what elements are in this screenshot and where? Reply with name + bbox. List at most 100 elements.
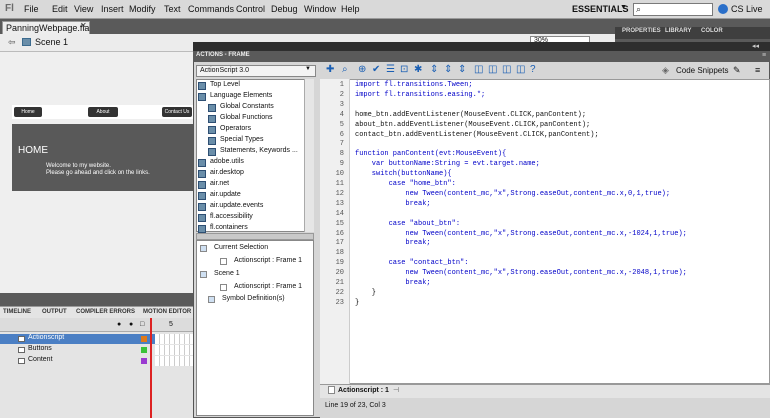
- actions-title[interactable]: ACTIONS - FRAME: [196, 52, 250, 58]
- collapse-between-braces-icon[interactable]: ⇕: [430, 64, 438, 75]
- menu-edit[interactable]: Edit: [52, 4, 68, 14]
- search-icon: ⌕: [636, 4, 642, 14]
- menu-control[interactable]: Control: [236, 4, 265, 14]
- expand-all-icon[interactable]: ⇕: [458, 64, 466, 75]
- toolbox-item-label: air.update.events: [210, 202, 264, 209]
- eye-icon[interactable]: ●: [117, 321, 121, 328]
- stage-about-button[interactable]: About: [88, 107, 118, 117]
- menu-modify[interactable]: Modify: [129, 4, 156, 14]
- document-tab[interactable]: PanningWebpage.fla: [2, 21, 90, 35]
- collapse-icon[interactable]: ◂◂: [752, 42, 759, 50]
- code-line[interactable]: break;: [355, 279, 430, 287]
- code-line[interactable]: switch(buttonName){: [355, 170, 452, 178]
- layer-icon: [18, 358, 25, 364]
- line-comment-icon[interactable]: ◫: [488, 64, 497, 75]
- uncomment-icon[interactable]: ◫: [502, 64, 511, 75]
- line-number: 23: [335, 298, 344, 307]
- chevron-down-icon[interactable]: ▼: [620, 4, 627, 11]
- code-line[interactable]: about_btn.addEventListener(MouseEvent.CL…: [355, 121, 590, 129]
- code-line[interactable]: import fl.transitions.Tween;: [355, 81, 473, 89]
- target-path-icon[interactable]: ⊕: [358, 64, 366, 75]
- toolbox-item-label: Global Functions: [220, 114, 273, 121]
- stage-contact-button[interactable]: Contact Us: [162, 107, 192, 117]
- code-line[interactable]: }: [355, 299, 359, 307]
- chevron-down-icon[interactable]: ▼: [305, 66, 311, 72]
- frame-strip[interactable]: [155, 334, 194, 344]
- toolbox-scrollbar[interactable]: [304, 79, 314, 232]
- back-arrow-icon[interactable]: ⇦: [8, 37, 16, 48]
- code-line[interactable]: break;: [355, 239, 430, 247]
- code-line[interactable]: new Tween(content_mc,"x",Strong.easeOut,…: [355, 230, 686, 238]
- line-number: 8: [339, 150, 344, 159]
- code-line[interactable]: home_btn.addEventListener(MouseEvent.CLI…: [355, 111, 586, 119]
- menu-file[interactable]: File: [24, 4, 39, 14]
- menu-window[interactable]: Window: [304, 4, 336, 14]
- block-comment-icon[interactable]: ◫: [474, 64, 483, 75]
- scene-label[interactable]: Scene 1: [35, 37, 68, 47]
- navigator-item-label: Symbol Definition(s): [222, 295, 285, 302]
- code-snippets-button[interactable]: Code Snippets: [676, 66, 728, 75]
- code-line[interactable]: }: [355, 289, 376, 297]
- help-icon[interactable]: ?: [530, 64, 536, 75]
- menu-insert[interactable]: Insert: [101, 4, 124, 14]
- find-icon[interactable]: ⌕: [342, 64, 348, 75]
- code-line[interactable]: new Tween(content_mc,"x",Strong.easeOut,…: [355, 190, 670, 198]
- toolbox-divider[interactable]: [196, 233, 314, 240]
- tab-library[interactable]: LIBRARY: [665, 28, 691, 34]
- script-tab[interactable]: Actionscript : 1: [338, 387, 389, 394]
- line-number: 11: [335, 180, 344, 188]
- code-line[interactable]: new Tween(content_mc,"x",Strong.easeOut,…: [355, 269, 686, 277]
- panel-menu-icon[interactable]: ≡: [762, 52, 766, 59]
- frame-strip[interactable]: [155, 356, 194, 366]
- actions-titlebar[interactable]: [193, 42, 770, 51]
- actionscript-version-select[interactable]: ActionScript 3.0: [196, 65, 316, 77]
- line-number: 14: [335, 209, 344, 218]
- add-statement-icon[interactable]: ✚: [326, 64, 334, 75]
- toolbox-item-label: Language Elements: [210, 92, 273, 99]
- close-icon[interactable]: ✕: [80, 21, 87, 30]
- menu-commands[interactable]: Commands: [188, 4, 234, 14]
- playhead[interactable]: [150, 318, 152, 418]
- wand-icon[interactable]: ✎: [733, 65, 741, 76]
- check-syntax-icon[interactable]: ✔: [372, 64, 380, 75]
- outline-icon[interactable]: □: [140, 321, 144, 328]
- menu-help[interactable]: Help: [341, 4, 360, 14]
- tab-compiler-errors[interactable]: COMPILER ERRORS: [76, 309, 135, 315]
- tab-timeline[interactable]: TIMELINE: [3, 309, 31, 315]
- pin-icon[interactable]: ⊣: [393, 386, 399, 394]
- code-line[interactable]: function panContent(evt:MouseEvent){: [355, 150, 506, 158]
- stage-content-panel[interactable]: [12, 124, 194, 191]
- code-line[interactable]: break;: [355, 200, 430, 208]
- panel-options-icon[interactable]: ≡: [755, 65, 760, 75]
- menu-text[interactable]: Text: [164, 4, 181, 14]
- debug-options-icon[interactable]: ✱: [414, 64, 422, 75]
- script-assist-icon[interactable]: ◫: [516, 64, 525, 75]
- auto-format-icon[interactable]: ☰: [386, 64, 395, 75]
- frame-strip[interactable]: [155, 345, 194, 355]
- book-icon: [208, 115, 216, 123]
- menu-debug[interactable]: Debug: [271, 4, 298, 14]
- tab-color[interactable]: COLOR: [701, 28, 723, 34]
- tab-output[interactable]: OUTPUT: [42, 309, 67, 315]
- code-snippets-icon[interactable]: ◈: [662, 65, 669, 76]
- menu-view[interactable]: View: [74, 4, 93, 14]
- stage-home-button[interactable]: Home: [14, 107, 42, 117]
- collapse-selection-icon[interactable]: ⇕: [444, 64, 452, 75]
- line-number: 16: [335, 229, 344, 238]
- code-line[interactable]: case "contact_btn":: [355, 259, 469, 267]
- code-line[interactable]: import fl.transitions.easing.*;: [355, 91, 485, 99]
- cs-live-label[interactable]: CS Live: [731, 4, 763, 14]
- code-line[interactable]: var buttonName:String = evt.target.name;: [355, 160, 540, 168]
- tab-motion-editor[interactable]: MOTION EDITOR: [143, 309, 191, 315]
- code-line[interactable]: contact_btn.addEventListener(MouseEvent.…: [355, 131, 599, 139]
- toolbox-item-label: fl.accessibility: [210, 213, 253, 220]
- lock-icon[interactable]: ●: [129, 321, 133, 328]
- code-line[interactable]: case "home_btn":: [355, 180, 456, 188]
- tab-properties[interactable]: PROPERTIES: [622, 28, 661, 34]
- line-number: 4: [339, 110, 344, 119]
- help-search-input[interactable]: ⌕: [633, 3, 713, 16]
- navigator-item-label: Current Selection: [214, 244, 269, 251]
- code-hint-icon[interactable]: ⊡: [400, 64, 408, 75]
- cs-live-icon[interactable]: [718, 4, 728, 14]
- code-line[interactable]: case "about_btn":: [355, 220, 460, 228]
